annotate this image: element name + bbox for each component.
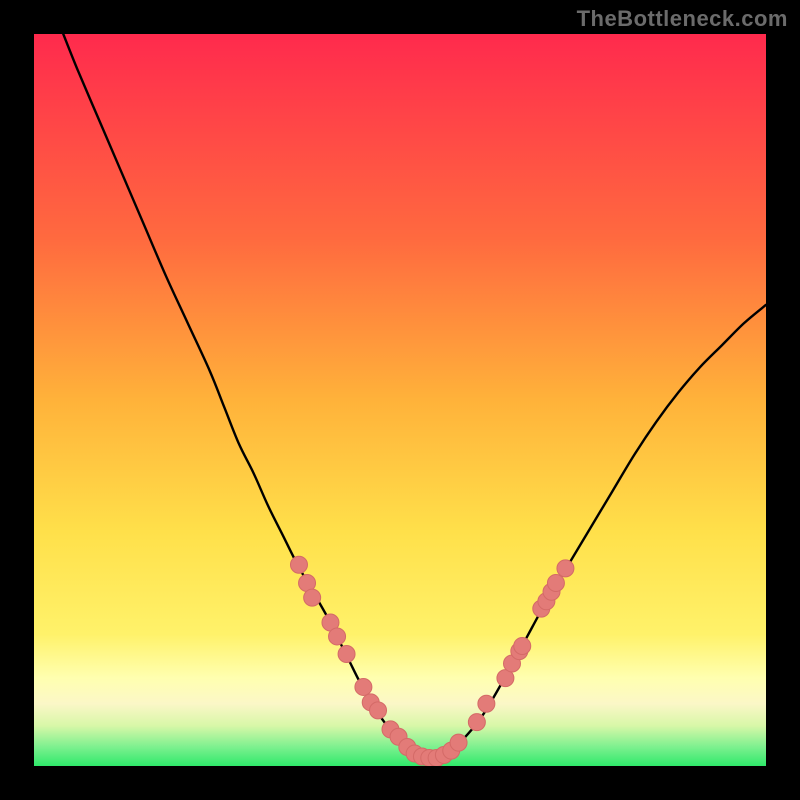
- data-marker: [557, 560, 574, 577]
- data-marker: [514, 637, 531, 654]
- data-marker: [338, 646, 355, 663]
- data-marker: [468, 714, 485, 731]
- data-marker: [547, 575, 564, 592]
- data-marker: [290, 556, 307, 573]
- data-marker: [478, 695, 495, 712]
- data-marker: [355, 678, 372, 695]
- data-marker: [370, 702, 387, 719]
- chart-svg: [34, 34, 766, 766]
- data-marker: [329, 628, 346, 645]
- data-marker: [304, 589, 321, 606]
- chart-frame: TheBottleneck.com: [0, 0, 800, 800]
- watermark-text: TheBottleneck.com: [577, 6, 788, 32]
- data-marker: [450, 734, 467, 751]
- gradient-background: [34, 34, 766, 766]
- plot-area: [34, 34, 766, 766]
